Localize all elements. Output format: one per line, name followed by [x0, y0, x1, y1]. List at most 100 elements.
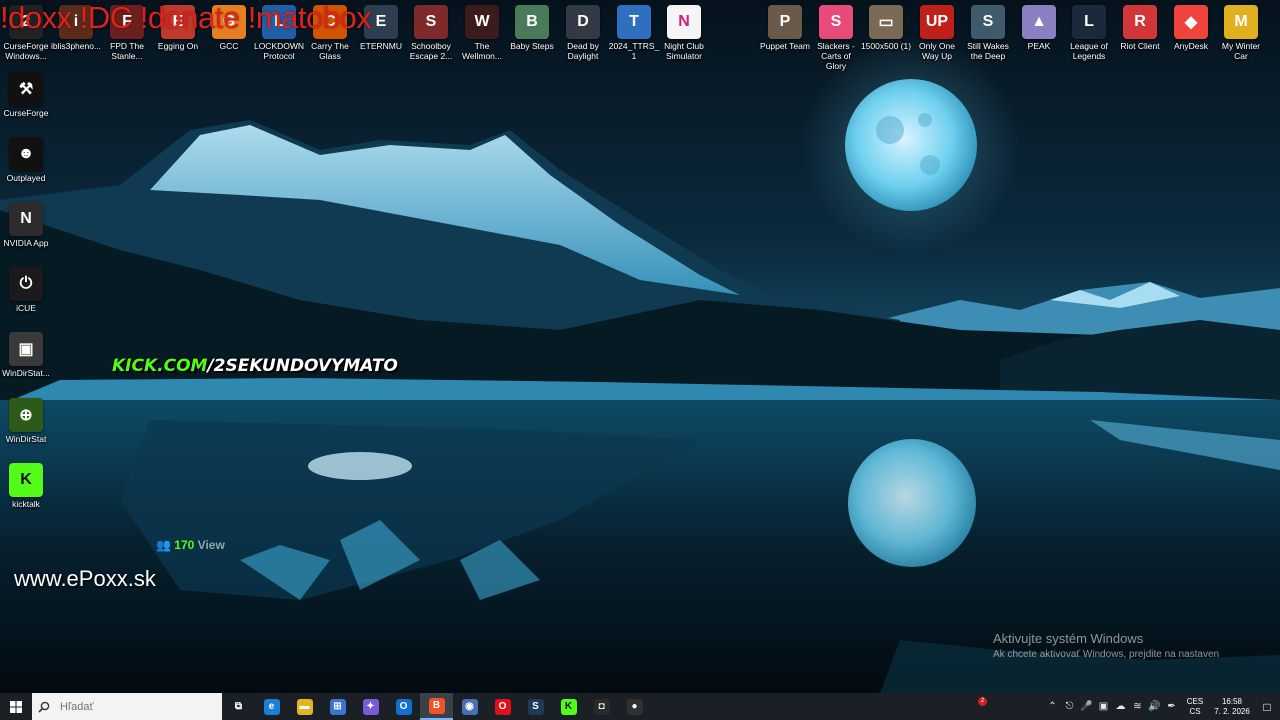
desktop-icon[interactable]: T 2024_TTRS_1: [608, 2, 660, 61]
taskbar-app-steam[interactable]: S: [519, 693, 552, 720]
desktop-icon-label: Baby Steps: [510, 41, 554, 51]
desktop-icon[interactable]: E ETERNMU: [355, 2, 407, 51]
task-view-icon: ⧉: [230, 698, 247, 715]
desktop-icon[interactable]: UP Only One Way Up: [911, 2, 963, 61]
edge-icon: e: [263, 698, 280, 715]
taskbar-app-copilot[interactable]: ✦: [354, 693, 387, 720]
notification-badge: 2: [978, 697, 987, 706]
pen-icon[interactable]: ✒: [1163, 693, 1180, 720]
desktop-icon[interactable]: 2 CurseForge Windows...: [0, 2, 52, 61]
league-of-legends-icon: L: [1072, 5, 1106, 39]
desktop-icon-label: LOCKDOWN Protocol: [253, 41, 305, 61]
steam-icon: S: [527, 698, 544, 715]
anydesk-icon: ◆: [1174, 5, 1208, 39]
curseforge-windows-icon: 2: [9, 5, 43, 39]
gcc-icon: G: [212, 5, 246, 39]
desktop-icon[interactable]: B Baby Steps: [506, 2, 558, 51]
taskbar-app-opera[interactable]: O: [486, 693, 519, 720]
desktop-icon[interactable]: S Still Wakes the Deep: [962, 2, 1014, 61]
desktop-icon-label: 2024_TTRS_1: [608, 41, 660, 61]
taskbar-app-microsoft-store[interactable]: ⊞: [321, 693, 354, 720]
kick-icon: K: [560, 698, 577, 715]
kicktalk-icon: K: [9, 463, 43, 497]
desktop-icon[interactable]: W The Wellmon...: [456, 2, 508, 61]
taskbar-app-chrome-alt[interactable]: ◉: [453, 693, 486, 720]
notification-center-icon[interactable]: □: [1254, 700, 1280, 714]
wellmon-icon: W: [465, 5, 499, 39]
desktop-icon[interactable]: N Night Club Simulator: [658, 2, 710, 61]
desktop-icon[interactable]: P Puppet Team: [759, 2, 811, 51]
clock-time: 16:58: [1221, 696, 1243, 706]
desktop-icon[interactable]: ◆ AnyDesk: [1165, 2, 1217, 51]
windirstat-shortcut-icon: ▣: [9, 332, 43, 366]
desktop-icon[interactable]: N NVIDIA App: [0, 199, 52, 248]
desktop-icon[interactable]: Kkicktalk: [0, 460, 52, 509]
clock[interactable]: 16:58 7. 2. 2026: [1210, 697, 1254, 717]
desktop-icon[interactable]: ⏻ iCUE: [0, 264, 52, 313]
windows-logo-icon: [10, 700, 22, 713]
still-wakes-icon: S: [971, 5, 1005, 39]
desktop-icon[interactable]: D Dead by Daylight: [557, 2, 609, 61]
website-overlay: www.ePoxx.sk: [14, 566, 156, 591]
taskbar-app-edge[interactable]: e: [255, 693, 288, 720]
desktop-icon-label: Egging On: [157, 41, 199, 51]
desktop-icon-label: Schoolboy Escape 2...: [409, 41, 453, 61]
cloud-icon[interactable]: ☁: [1112, 693, 1129, 720]
search-icon: [38, 701, 50, 713]
desktop-icon[interactable]: S Schoolboy Escape 2...: [405, 2, 457, 61]
desktop-icon[interactable]: ▲ PEAK: [1013, 2, 1065, 51]
start-button[interactable]: [0, 693, 32, 720]
lockdown-protocol-icon: L: [262, 5, 296, 39]
copilot-icon: ✦: [362, 698, 379, 715]
windows-activation-watermark: Aktivujte systém Windows Ak chcete aktiv…: [993, 631, 1219, 660]
desktop-icon-label: kicktalk: [12, 499, 40, 509]
riot-client-icon: R: [1123, 5, 1157, 39]
taskbar-app-obs[interactable]: ●: [618, 693, 651, 720]
volume-icon[interactable]: 🔊: [1146, 693, 1163, 720]
taskbar-apps: ⧉ e ▬ ⊞ ✦ O B ◉ O S K ◘ ●: [222, 693, 651, 720]
desktop-icon[interactable]: L League of Legends: [1063, 2, 1115, 61]
desktop-icon-label: WinDirStat...: [2, 368, 50, 378]
chevron-up-icon[interactable]: ⌃: [1044, 693, 1061, 720]
search-input[interactable]: [58, 699, 222, 714]
taskbar-app-kick[interactable]: K: [552, 693, 585, 720]
slackers-icon: S: [819, 5, 853, 39]
outlook-icon: O: [395, 698, 412, 715]
desktop-icon[interactable]: G GCC: [203, 2, 255, 51]
image-file-icon: ▭: [869, 5, 903, 39]
monitor-icon[interactable]: ▣: [1095, 693, 1112, 720]
desktop-icon[interactable]: S Slackers - Carts of Glory: [810, 2, 862, 71]
language-bottom: CS: [1189, 706, 1201, 716]
wifi-icon[interactable]: ≋: [1129, 693, 1146, 720]
desktop-icon-label: ETERNMU: [359, 41, 403, 51]
night-club-icon: N: [667, 5, 701, 39]
taskbar-app-brave[interactable]: B: [420, 693, 453, 720]
desktop-icon[interactable]: F FPD The Stanle...: [101, 2, 153, 61]
file-explorer-icon: ▬: [296, 698, 313, 715]
desktop-icon[interactable]: M My Winter Car: [1215, 2, 1267, 61]
taskbar-app-file-explorer[interactable]: ▬: [288, 693, 321, 720]
desktop-icon[interactable]: E Egging On: [152, 2, 204, 51]
usb-device-icon[interactable]: ⎋: [1061, 693, 1078, 720]
clock-date: 7. 2. 2026: [1214, 706, 1250, 716]
desktop-icon[interactable]: ⚒ CurseForge: [0, 69, 52, 118]
desktop-icon[interactable]: L LOCKDOWN Protocol: [253, 2, 305, 61]
only-one-way-up-icon: UP: [920, 5, 954, 39]
desktop-icon-label: Outplayed: [6, 173, 46, 183]
desktop-icon-label: FPD The Stanle...: [110, 41, 144, 61]
activation-subtitle: Ak chcete aktivovať Windows, prejdite na…: [993, 649, 1220, 660]
desktop-icon[interactable]: ☻ Outplayed: [0, 134, 52, 183]
desktop-icon[interactable]: C Carry The Glass: [304, 2, 356, 61]
desktop-icon[interactable]: ▣ WinDirStat...: [0, 329, 52, 378]
desktop-icon[interactable]: R Riot Client: [1114, 2, 1166, 51]
desktop-icon[interactable]: ⊕ WinDirStat: [0, 395, 52, 444]
taskbar-app-camera-app[interactable]: ◘: [585, 693, 618, 720]
file-icon: T: [617, 5, 651, 39]
desktop-icon[interactable]: i iblis3pheno...: [50, 2, 102, 51]
microphone-icon[interactable]: 🎤: [1078, 693, 1095, 720]
desktop-icon[interactable]: ▭ 1500x500 (1): [860, 2, 912, 51]
taskbar-search[interactable]: [32, 693, 222, 720]
input-language[interactable]: CES CS: [1180, 697, 1210, 717]
taskbar-app-outlook[interactable]: O: [387, 693, 420, 720]
taskbar-app-task-view[interactable]: ⧉: [222, 693, 255, 720]
